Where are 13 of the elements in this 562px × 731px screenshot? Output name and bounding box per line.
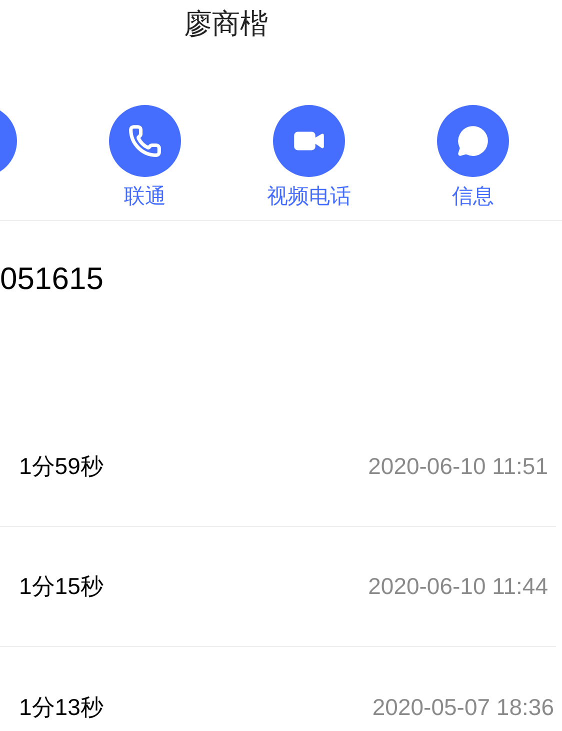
speech-bubble-icon bbox=[456, 124, 490, 158]
call-duration: 1分15秒 bbox=[19, 572, 104, 602]
contact-name: 廖商楷 bbox=[184, 7, 268, 41]
action-label: 视频电话 bbox=[267, 184, 351, 210]
call-time: 2020-05-07 18:36 bbox=[372, 692, 554, 722]
call-duration: 1分59秒 bbox=[19, 452, 104, 482]
call-duration: 1分13秒 bbox=[19, 692, 104, 722]
phone-number: 051615 bbox=[0, 261, 104, 296]
action-label: 联通 bbox=[124, 184, 166, 210]
phone-icon bbox=[128, 124, 162, 158]
call-time: 2020-06-10 11:51 bbox=[368, 452, 548, 482]
call-time: 2020-06-10 11:44 bbox=[368, 572, 548, 602]
action-label: 信息 bbox=[452, 184, 494, 210]
